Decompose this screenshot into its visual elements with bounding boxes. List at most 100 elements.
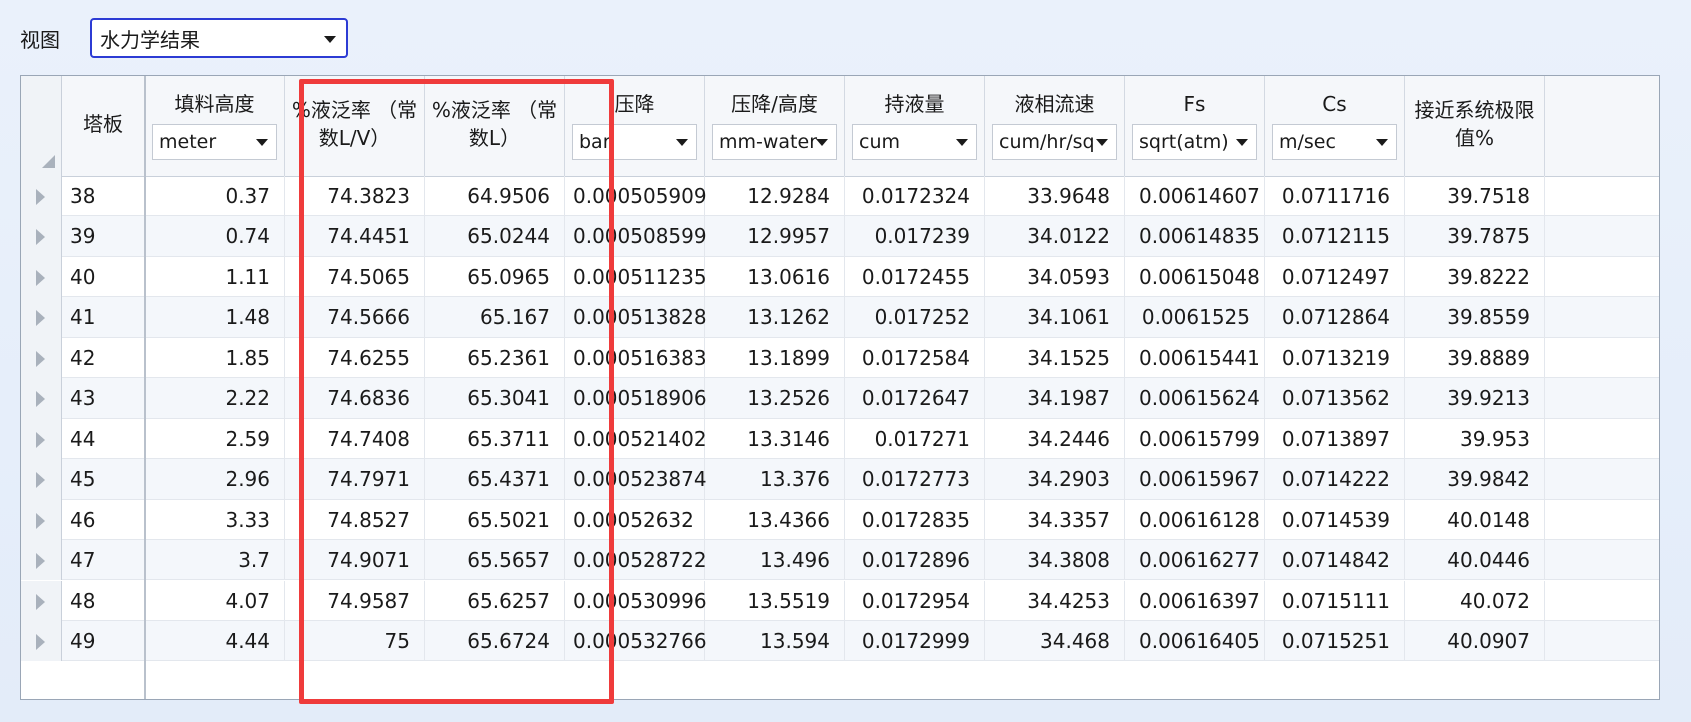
table-row[interactable]: 43 2.22 74.6836 65.3041 0.000518906 13.2526 0.… [21, 378, 1659, 419]
cell-fs[interactable]: 0.00616128 [1125, 499, 1265, 541]
cell-flood_lv[interactable]: 74.5065 [285, 256, 425, 298]
column-header-tray[interactable]: 塔板 [62, 76, 145, 176]
table-row[interactable]: 41 1.48 74.5666 65.167 0.000513828 13.1262 0.0… [21, 297, 1659, 338]
cell-holdup[interactable]: 0.0172584 [845, 337, 985, 379]
cell-flood_l[interactable]: 65.3041 [425, 378, 565, 419]
cell-liquid_velocity[interactable]: 33.9648 [985, 176, 1125, 217]
unit-select-holdup[interactable]: cum [852, 124, 977, 160]
cell-tray[interactable]: 42 [62, 337, 145, 379]
cell-fs[interactable]: 0.00615799 [1125, 418, 1265, 460]
cell-holdup[interactable]: 0.017271 [845, 418, 985, 460]
cell-liquid_velocity[interactable]: 34.2446 [985, 418, 1125, 460]
cell-approach_limit[interactable]: 39.8559 [1405, 297, 1545, 338]
table-row[interactable]: 46 3.33 74.8527 65.5021 0.00052632 13.4366 0.0… [21, 499, 1659, 541]
cell-tray[interactable]: 43 [62, 378, 145, 419]
cell-flood_lv[interactable]: 74.5666 [285, 297, 425, 338]
cell-flood_lv[interactable]: 74.9587 [285, 580, 425, 621]
cell-holdup[interactable]: 0.0172954 [845, 580, 985, 621]
cell-holdup[interactable]: 0.017252 [845, 297, 985, 338]
cell-packing_height[interactable]: 4.44 [145, 620, 285, 662]
cell-pressure_drop_height[interactable]: 12.9284 [705, 176, 845, 217]
cell-tray[interactable]: 47 [62, 540, 145, 581]
cell-holdup[interactable]: 0.0172999 [845, 620, 985, 662]
table-row[interactable]: 47 3.7 74.9071 65.5657 0.000528722 13.496 0.01… [21, 540, 1659, 581]
row-selector[interactable] [21, 459, 62, 500]
cell-flood_lv[interactable]: 74.7971 [285, 459, 425, 500]
cell-pressure_drop[interactable]: 0.000511235 [565, 256, 707, 298]
unit-select-cs[interactable]: m/sec [1272, 124, 1397, 160]
cell-approach_limit[interactable]: 40.0148 [1405, 499, 1545, 541]
cell-cs[interactable]: 0.0714842 [1265, 540, 1405, 581]
column-header-holdup[interactable]: 持液量 cum [845, 76, 985, 176]
cell-flood_l[interactable]: 65.5657 [425, 540, 565, 581]
cell-flood_l[interactable]: 64.9506 [425, 176, 565, 217]
column-header-cs[interactable]: Cs m/sec [1265, 76, 1405, 176]
cell-liquid_velocity[interactable]: 34.1987 [985, 378, 1125, 419]
cell-pressure_drop_height[interactable]: 13.594 [705, 620, 845, 662]
cell-tray[interactable]: 45 [62, 459, 145, 500]
cell-packing_height[interactable]: 2.22 [145, 378, 285, 419]
row-selector[interactable] [21, 580, 62, 621]
cell-flood_l[interactable]: 65.5021 [425, 499, 565, 541]
row-selector[interactable] [21, 540, 62, 581]
cell-pressure_drop[interactable]: 0.000532766 [565, 620, 707, 662]
unit-select-liquid_velocity[interactable]: cum/hr/sq [992, 124, 1117, 160]
cell-flood_l[interactable]: 65.0965 [425, 256, 565, 298]
cell-flood_lv[interactable]: 74.3823 [285, 176, 425, 217]
cell-flood_l[interactable]: 65.6724 [425, 620, 565, 662]
cell-flood_l[interactable]: 65.6257 [425, 580, 565, 621]
cell-pressure_drop[interactable]: 0.000505909 [565, 176, 707, 217]
cell-cs[interactable]: 0.0712864 [1265, 297, 1405, 338]
column-header-pressure_drop[interactable]: 压降 bar [565, 76, 705, 176]
cell-approach_limit[interactable]: 40.0446 [1405, 540, 1545, 581]
cell-approach_limit[interactable]: 39.7518 [1405, 176, 1545, 217]
cell-tray[interactable]: 41 [62, 297, 145, 338]
cell-liquid_velocity[interactable]: 34.2903 [985, 459, 1125, 500]
cell-tray[interactable]: 49 [62, 620, 145, 662]
cell-pressure_drop_height[interactable]: 13.1262 [705, 297, 845, 338]
cell-packing_height[interactable]: 1.48 [145, 297, 285, 338]
cell-tray[interactable]: 44 [62, 418, 145, 460]
cell-cs[interactable]: 0.0713897 [1265, 418, 1405, 460]
table-row[interactable]: 39 0.74 74.4451 65.0244 0.000508599 12.9957 0.… [21, 216, 1659, 257]
cell-pressure_drop_height[interactable]: 13.2526 [705, 378, 845, 419]
cell-liquid_velocity[interactable]: 34.468 [985, 620, 1125, 662]
cell-pressure_drop[interactable]: 0.000518906 [565, 378, 707, 419]
cell-holdup[interactable]: 0.0172455 [845, 256, 985, 298]
cell-packing_height[interactable]: 0.74 [145, 216, 285, 257]
cell-packing_height[interactable]: 2.59 [145, 418, 285, 460]
row-selector[interactable] [21, 418, 62, 460]
cell-packing_height[interactable]: 4.07 [145, 580, 285, 621]
cell-flood_lv[interactable]: 74.7408 [285, 418, 425, 460]
cell-liquid_velocity[interactable]: 34.0122 [985, 216, 1125, 257]
cell-packing_height[interactable]: 0.37 [145, 176, 285, 217]
cell-flood_lv[interactable]: 74.6836 [285, 378, 425, 419]
cell-flood_l[interactable]: 65.4371 [425, 459, 565, 500]
cell-pressure_drop_height[interactable]: 13.0616 [705, 256, 845, 298]
unit-select-packing_height[interactable]: meter [152, 124, 277, 160]
column-header-fs[interactable]: Fs sqrt(atm) [1125, 76, 1265, 176]
cell-pressure_drop[interactable]: 0.000508599 [565, 216, 707, 257]
cell-flood_lv[interactable]: 74.6255 [285, 337, 425, 379]
row-selector[interactable] [21, 337, 62, 379]
cell-pressure_drop[interactable]: 0.000513828 [565, 297, 707, 338]
cell-cs[interactable]: 0.0711716 [1265, 176, 1405, 217]
cell-fs[interactable]: 0.0061525 [1125, 297, 1265, 338]
cell-pressure_drop_height[interactable]: 13.1899 [705, 337, 845, 379]
cell-holdup[interactable]: 0.0172324 [845, 176, 985, 217]
row-selector[interactable] [21, 499, 62, 541]
cell-liquid_velocity[interactable]: 34.0593 [985, 256, 1125, 298]
cell-pressure_drop_height[interactable]: 13.5519 [705, 580, 845, 621]
cell-flood_lv[interactable]: 74.9071 [285, 540, 425, 581]
unit-select-fs[interactable]: sqrt(atm) [1132, 124, 1257, 160]
cell-cs[interactable]: 0.0712497 [1265, 256, 1405, 298]
unit-select-pressure_drop_height[interactable]: mm-water [712, 124, 837, 160]
cell-approach_limit[interactable]: 40.072 [1405, 580, 1545, 621]
cell-flood_lv[interactable]: 74.8527 [285, 499, 425, 541]
cell-packing_height[interactable]: 2.96 [145, 459, 285, 500]
column-header-flood_l[interactable]: %液泛率 （常 数L） [425, 76, 565, 176]
row-selector[interactable] [21, 620, 62, 662]
column-header-pressure_drop_height[interactable]: 压降/高度 mm-water [705, 76, 845, 176]
cell-approach_limit[interactable]: 39.9842 [1405, 459, 1545, 500]
cell-packing_height[interactable]: 3.33 [145, 499, 285, 541]
